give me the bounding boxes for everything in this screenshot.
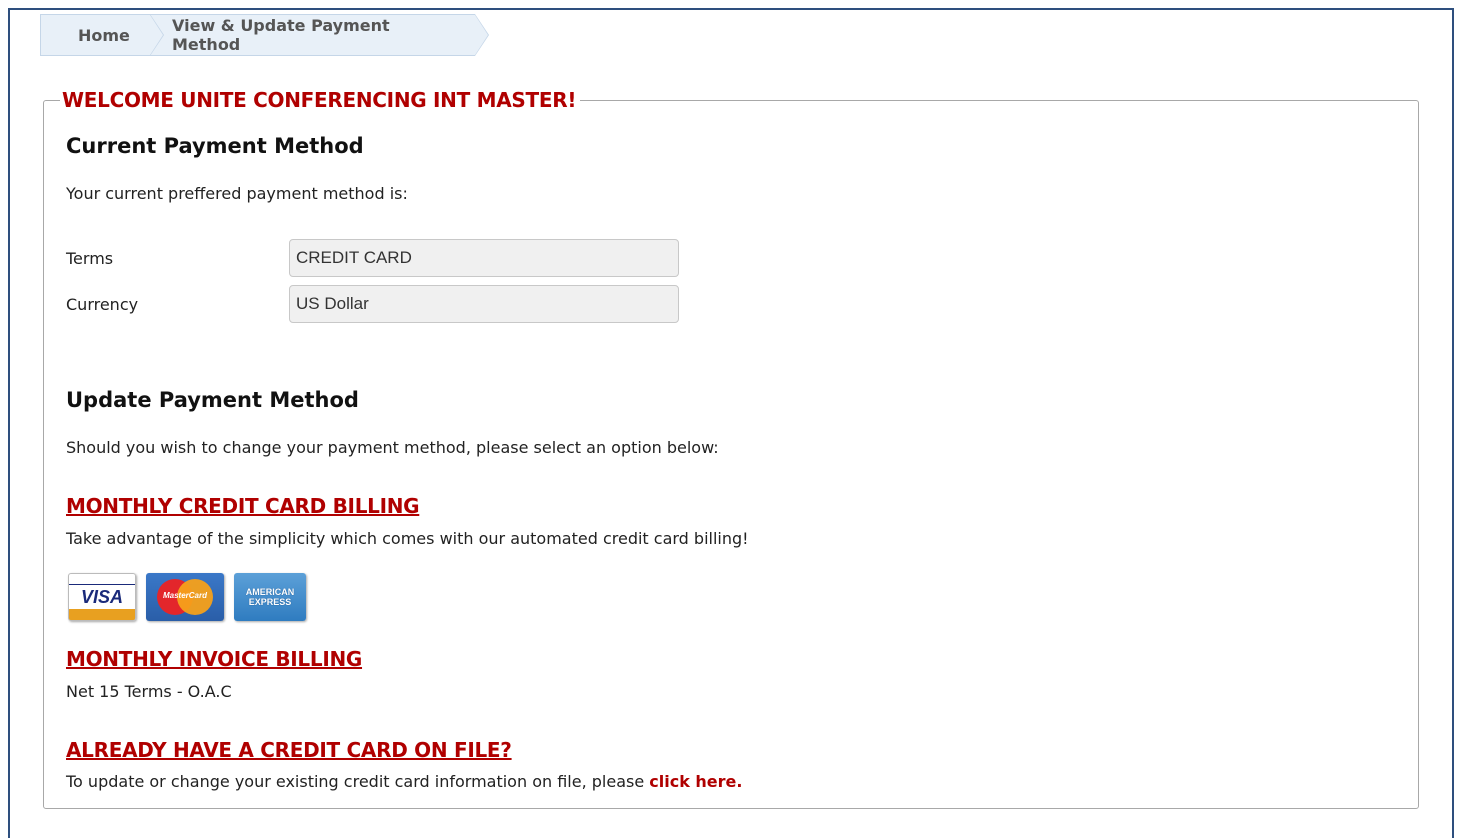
visa-label: VISA	[80, 586, 123, 607]
click-here-link[interactable]: click here.	[649, 772, 742, 791]
visa-card-icon: VISA	[68, 573, 136, 621]
update-payment-intro: Should you wish to change your payment m…	[66, 438, 719, 457]
mastercard-label: MasterCard	[162, 591, 207, 600]
amex-label-line1: AMERICAN	[245, 587, 295, 597]
mastercard-circles-icon: MasterCard	[157, 579, 213, 615]
amex-label-line2: EXPRESS	[248, 597, 292, 607]
amex-card-icon: AMERICAN EXPRESS	[234, 573, 306, 621]
card-on-file-desc: To update or change your existing credit…	[66, 772, 742, 791]
currency-label: Currency	[66, 295, 139, 314]
current-payment-heading: Current Payment Method	[66, 134, 364, 158]
invoice-billing-link[interactable]: MONTHLY INVOICE BILLING	[66, 647, 362, 671]
credit-card-billing-link[interactable]: MONTHLY CREDIT CARD BILLING	[66, 494, 420, 518]
welcome-legend: WELCOME UNITE CONFERENCING INT MASTER!	[60, 88, 581, 112]
terms-field[interactable]: CREDIT CARD	[289, 239, 679, 277]
breadcrumb-home[interactable]: Home	[40, 14, 164, 56]
card-on-file-text: To update or change your existing credit…	[66, 772, 645, 791]
terms-label: Terms	[66, 249, 114, 268]
mastercard-card-icon: MasterCard	[146, 573, 224, 621]
card-on-file-link[interactable]: ALREADY HAVE A CREDIT CARD ON FILE?	[66, 738, 512, 762]
currency-field[interactable]: US Dollar	[289, 285, 679, 323]
breadcrumb: Home View & Update Payment Method	[40, 14, 489, 56]
invoice-billing-desc: Net 15 Terms - O.A.C	[66, 682, 232, 701]
current-payment-intro: Your current preffered payment method is…	[66, 184, 408, 203]
breadcrumb-current[interactable]: View & Update Payment Method	[150, 14, 489, 56]
update-payment-heading: Update Payment Method	[66, 388, 359, 412]
credit-card-billing-desc: Take advantage of the simplicity which c…	[66, 529, 749, 548]
